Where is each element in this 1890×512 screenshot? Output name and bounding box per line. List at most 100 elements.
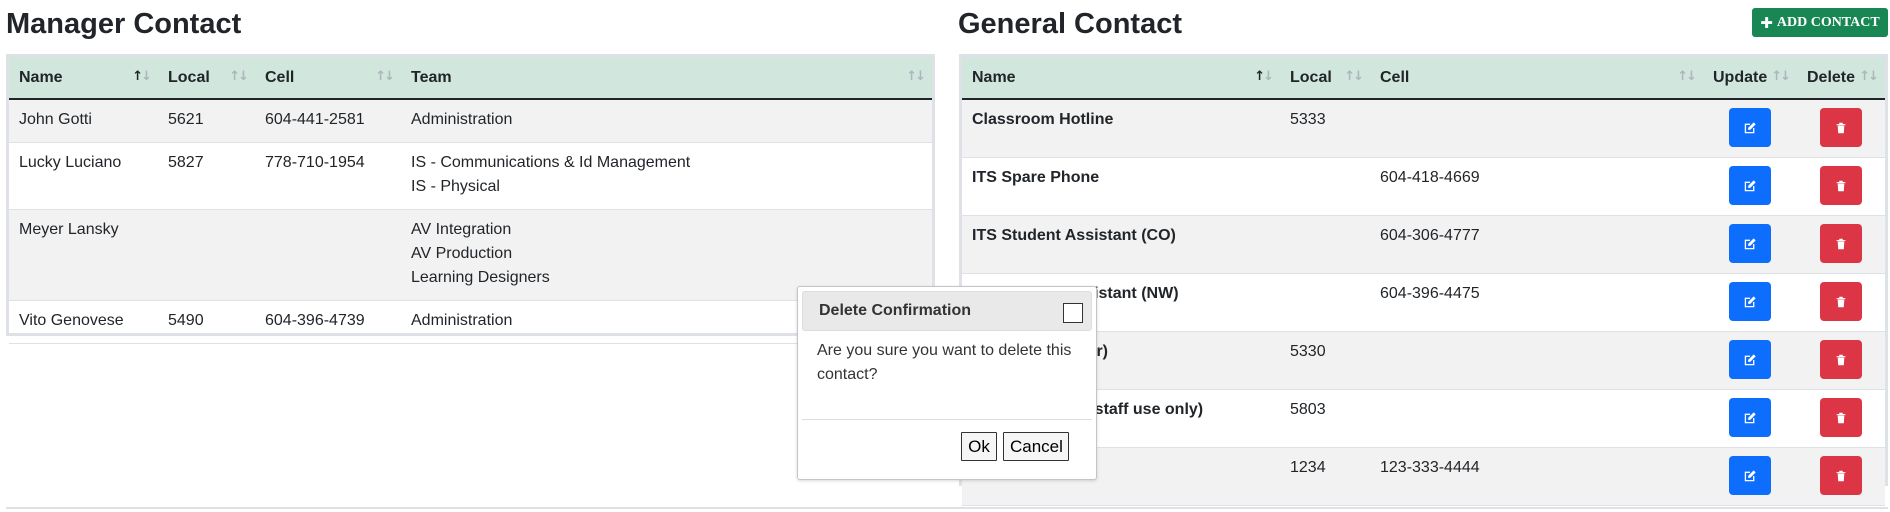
pencil-square-icon <box>1744 353 1756 365</box>
header-label: Cell <box>1380 68 1410 86</box>
team-item: Administration <box>411 111 513 128</box>
contact-local: 5333 <box>1280 99 1370 158</box>
add-contact-button[interactable]: ✚ ADD CONTACT <box>1752 8 1888 37</box>
close-icon[interactable] <box>1063 303 1083 323</box>
team-item: IS - Communications & Id Management <box>411 154 691 171</box>
pencil-square-icon <box>1744 295 1756 307</box>
manager-contact-title: Manager Contact <box>6 8 242 40</box>
contact-name: ITS Student Assistant (CO) <box>962 215 1280 274</box>
general-contact-table: Name ↑↓ Local ↑↓ Cell ↑↓ Update ↑↓ Delete ↑↓ … <box>962 57 1885 506</box>
pencil-square-icon <box>1744 179 1756 191</box>
contact-local <box>1280 215 1370 274</box>
delete-button[interactable] <box>1820 224 1862 263</box>
trash-icon <box>1836 296 1846 307</box>
manager-team: Administration <box>401 99 932 143</box>
trash-icon <box>1836 238 1846 249</box>
delete-cell <box>1797 157 1885 216</box>
contact-name: ITS Spare Phone <box>962 157 1280 216</box>
header-label: Local <box>168 68 210 86</box>
dialog-titlebar[interactable]: Delete Confirmation <box>802 291 1092 331</box>
plus-icon: ✚ <box>1760 13 1773 32</box>
header-label: Delete <box>1807 68 1856 86</box>
sort-arrows-icon[interactable]: ↑↓ <box>132 69 152 84</box>
delete-button[interactable] <box>1820 282 1862 321</box>
table-row: ITS Student Assistant (CO) 604-306-4777 <box>962 215 1885 274</box>
contact-cell: 604-306-4777 <box>1370 215 1703 274</box>
general-col-cell[interactable]: Cell ↑↓ <box>1370 57 1703 100</box>
delete-button[interactable] <box>1820 456 1862 495</box>
delete-cell <box>1797 331 1885 390</box>
delete-cell <box>1797 215 1885 274</box>
delete-cell <box>1797 99 1885 158</box>
manager-col-name[interactable]: Name ↑↓ <box>9 57 158 100</box>
update-button[interactable] <box>1729 282 1771 321</box>
sort-arrows-icon[interactable]: ↑↓ <box>1677 69 1697 84</box>
manager-local: 5621 <box>158 99 255 143</box>
update-button[interactable] <box>1729 456 1771 495</box>
update-cell <box>1703 273 1797 332</box>
contact-cell <box>1370 331 1703 390</box>
cancel-button[interactable]: Cancel <box>1003 432 1069 461</box>
general-col-name[interactable]: Name ↑↓ <box>962 57 1280 100</box>
manager-cell <box>255 209 401 301</box>
update-button[interactable] <box>1729 340 1771 379</box>
delete-button[interactable] <box>1820 398 1862 437</box>
manager-col-team[interactable]: Team ↑↓ <box>401 57 932 100</box>
update-button[interactable] <box>1729 398 1771 437</box>
contact-cell <box>1370 99 1703 158</box>
add-contact-label: ADD CONTACT <box>1776 14 1880 30</box>
general-col-delete[interactable]: Delete ↑↓ <box>1797 57 1885 100</box>
delete-cell <box>1797 273 1885 332</box>
manager-cell: 604-396-4739 <box>255 300 401 344</box>
manager-name: John Gotti <box>9 99 158 143</box>
update-cell <box>1703 389 1797 448</box>
update-button[interactable] <box>1729 108 1771 147</box>
trash-icon <box>1836 354 1846 365</box>
divider <box>6 507 1888 509</box>
update-button[interactable] <box>1729 166 1771 205</box>
general-col-update[interactable]: Update ↑↓ <box>1703 57 1797 100</box>
manager-contact-table-container: Name ↑↓ Local ↑↓ Cell ↑↓ Team ↑↓ John Gotti … <box>6 54 935 344</box>
update-cell <box>1703 447 1797 506</box>
pencil-square-icon <box>1744 237 1756 249</box>
sort-arrows-icon[interactable]: ↑↓ <box>1859 69 1879 84</box>
contact-cell: 123-333-4444 <box>1370 447 1703 506</box>
sort-arrows-icon[interactable]: ↑↓ <box>1254 69 1274 84</box>
delete-button[interactable] <box>1820 340 1862 379</box>
manager-contact-table: Name ↑↓ Local ↑↓ Cell ↑↓ Team ↑↓ John Gotti … <box>9 57 932 344</box>
contact-cell: 604-396-4475 <box>1370 273 1703 332</box>
header-label: Local <box>1290 68 1332 86</box>
general-header-row: Name ↑↓ Local ↑↓ Cell ↑↓ Update ↑↓ Delete ↑↓ <box>962 57 1885 100</box>
manager-local: 5490 <box>158 300 255 344</box>
update-cell <box>1703 99 1797 158</box>
table-row: ITS Student Assistant (NW) 604-396-4475 <box>962 273 1885 332</box>
sort-arrows-icon[interactable]: ↑↓ <box>1771 69 1791 84</box>
team-item: IS - Physical <box>411 178 500 195</box>
manager-local: 5827 <box>158 142 255 210</box>
sort-arrows-icon[interactable]: ↑↓ <box>1344 69 1364 84</box>
update-button[interactable] <box>1729 224 1771 263</box>
sort-arrows-icon[interactable]: ↑↓ <box>906 69 926 84</box>
contact-local <box>1280 157 1370 216</box>
contact-local <box>1280 273 1370 332</box>
trash-icon <box>1836 412 1846 423</box>
delete-button[interactable] <box>1820 166 1862 205</box>
manager-col-local[interactable]: Local ↑↓ <box>158 57 255 100</box>
update-cell <box>1703 157 1797 216</box>
table-row: ITS Hotline (ITS staff use only) 5803 <box>962 389 1885 448</box>
sort-arrows-icon[interactable]: ↑↓ <box>229 69 249 84</box>
pencil-square-icon <box>1744 121 1756 133</box>
header-label: Update <box>1713 68 1768 86</box>
header-label: Team <box>411 68 452 86</box>
trash-icon <box>1836 470 1846 481</box>
ok-button[interactable]: Ok <box>961 432 997 461</box>
general-col-local[interactable]: Local ↑↓ <box>1280 57 1370 100</box>
sort-arrows-icon[interactable]: ↑↓ <box>375 69 395 84</box>
manager-col-cell[interactable]: Cell ↑↓ <box>255 57 401 100</box>
delete-button[interactable] <box>1820 108 1862 147</box>
contact-local: 1234 <box>1280 447 1370 506</box>
update-cell <box>1703 331 1797 390</box>
trash-icon <box>1836 180 1846 191</box>
contact-name: Classroom Hotline <box>962 99 1280 158</box>
table-row: 1234 123-333-4444 <box>962 447 1885 506</box>
